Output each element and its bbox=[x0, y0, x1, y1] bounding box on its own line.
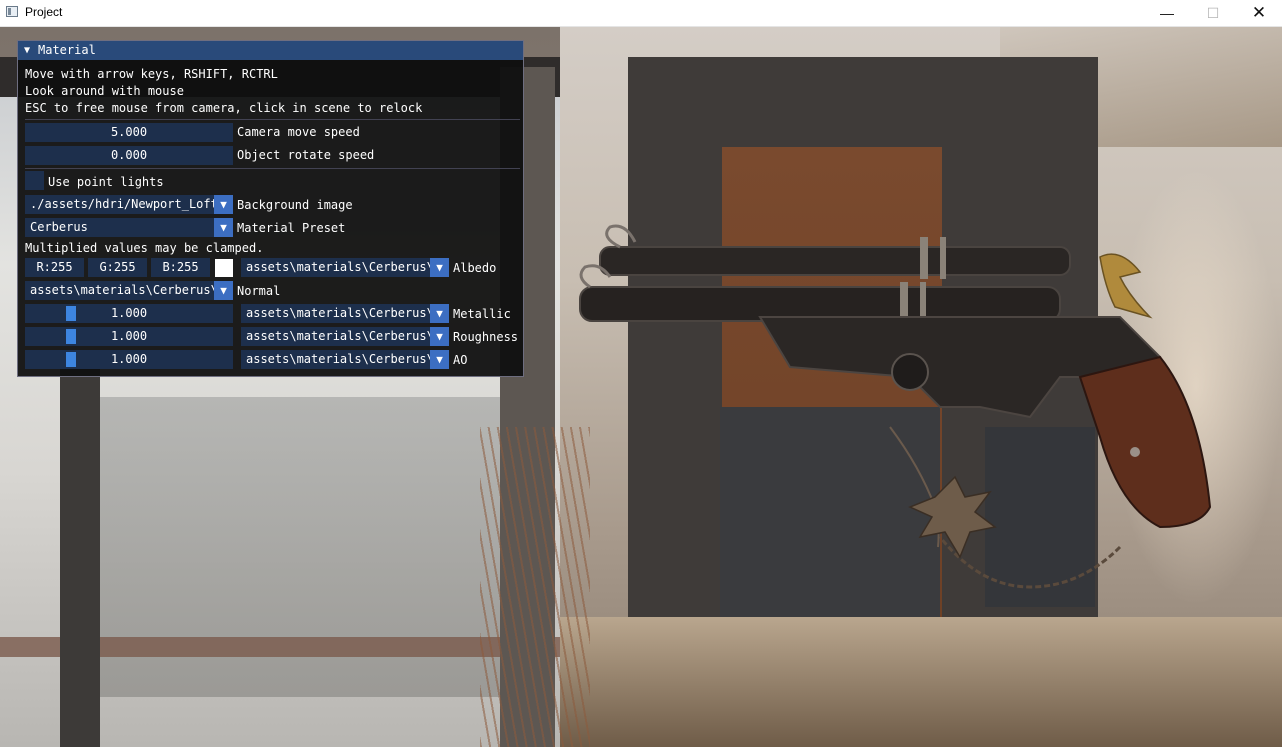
camera-speed-value: 5.000 bbox=[110, 125, 148, 139]
separator bbox=[25, 168, 520, 169]
rotate-speed-label: Object rotate speed bbox=[237, 148, 375, 162]
albedo-label: Albedo bbox=[453, 261, 497, 275]
albedo-texture-combo[interactable]: assets\materials\Cerberus\( ▼ bbox=[241, 258, 449, 277]
ao-value: 1.000 bbox=[110, 352, 148, 366]
metallic-slider[interactable]: 1.000 bbox=[25, 304, 233, 323]
background-image-combo[interactable]: ./assets/hdri/Newport_Loft_ ▼ bbox=[25, 195, 233, 214]
app-icon bbox=[6, 6, 18, 17]
dropdown-arrow-icon[interactable]: ▼ bbox=[214, 281, 233, 300]
help-text-escape: ESC to free mouse from camera, click in … bbox=[25, 101, 423, 115]
dropdown-arrow-icon[interactable]: ▼ bbox=[430, 327, 449, 346]
roughness-texture-value: assets\materials\Cerberus\( bbox=[246, 329, 442, 343]
window-titlebar: Project — ☐ ✕ bbox=[0, 0, 1282, 27]
dropdown-arrow-icon[interactable]: ▼ bbox=[430, 304, 449, 323]
ao-slider[interactable]: 1.000 bbox=[25, 350, 233, 369]
material-preset-combo[interactable]: Cerberus ▼ bbox=[25, 218, 233, 237]
maximize-button[interactable]: ☐ bbox=[1190, 0, 1236, 26]
normal-label: Normal bbox=[237, 284, 281, 298]
material-panel[interactable]: ▼ Material Move with arrow keys, RSHIFT,… bbox=[17, 40, 524, 377]
ao-texture-value: assets\materials\Cerberus\( bbox=[246, 352, 442, 366]
close-button[interactable]: ✕ bbox=[1236, 0, 1282, 26]
material-preset-value: Cerberus bbox=[30, 220, 88, 234]
camera-speed-label: Camera move speed bbox=[237, 125, 360, 139]
albedo-color-swatch[interactable] bbox=[215, 259, 233, 277]
roughness-texture-combo[interactable]: assets\materials\Cerberus\( ▼ bbox=[241, 327, 449, 346]
scene-window-frame bbox=[60, 357, 100, 747]
point-lights-label[interactable]: Use point lights bbox=[48, 174, 164, 191]
albedo-r-value: R:255 bbox=[36, 260, 73, 274]
help-text-look: Look around with mouse bbox=[25, 84, 184, 98]
albedo-b-drag[interactable]: B:255 bbox=[151, 258, 210, 277]
camera-speed-drag[interactable]: 5.000 bbox=[25, 123, 233, 142]
panel-title: Material bbox=[38, 43, 96, 57]
roughness-label: Roughness bbox=[453, 330, 519, 344]
albedo-b-value: B:255 bbox=[162, 260, 199, 274]
ao-label: AO bbox=[453, 353, 468, 367]
dropdown-arrow-icon[interactable]: ▼ bbox=[430, 258, 449, 277]
rotate-speed-drag[interactable]: 0.000 bbox=[25, 146, 233, 165]
albedo-g-value: G:255 bbox=[99, 260, 136, 274]
rotate-speed-value: 0.000 bbox=[110, 148, 148, 162]
scene-floor bbox=[560, 617, 1282, 747]
metallic-texture-value: assets\materials\Cerberus\( bbox=[246, 306, 442, 320]
dropdown-arrow-icon[interactable]: ▼ bbox=[430, 350, 449, 369]
separator bbox=[25, 119, 520, 120]
help-text-move: Move with arrow keys, RSHIFT, RCTRL bbox=[25, 67, 278, 81]
dropdown-arrow-icon[interactable]: ▼ bbox=[214, 218, 233, 237]
background-image-label: Background image bbox=[237, 198, 353, 212]
clamp-note: Multiplied values may be clamped. bbox=[25, 241, 264, 255]
collapse-arrow-icon[interactable]: ▼ bbox=[24, 42, 30, 59]
roughness-value: 1.000 bbox=[110, 329, 148, 343]
point-lights-checkbox[interactable] bbox=[25, 171, 44, 190]
revolver-model bbox=[579, 224, 1212, 589]
window-title: Project bbox=[25, 5, 63, 19]
normal-texture-combo[interactable]: assets\materials\Cerberus\( ▼ bbox=[25, 281, 233, 300]
metallic-value: 1.000 bbox=[110, 306, 148, 320]
normal-texture-value: assets\materials\Cerberus\( bbox=[30, 283, 226, 297]
material-preset-label: Material Preset bbox=[237, 221, 346, 235]
albedo-g-drag[interactable]: G:255 bbox=[88, 258, 147, 277]
albedo-r-drag[interactable]: R:255 bbox=[25, 258, 84, 277]
dropdown-arrow-icon[interactable]: ▼ bbox=[214, 195, 233, 214]
albedo-texture-value: assets\materials\Cerberus\( bbox=[246, 260, 442, 274]
metallic-label: Metallic bbox=[453, 307, 511, 321]
minimize-button[interactable]: — bbox=[1144, 0, 1190, 26]
ao-texture-combo[interactable]: assets\materials\Cerberus\( ▼ bbox=[241, 350, 449, 369]
roughness-slider[interactable]: 1.000 bbox=[25, 327, 233, 346]
metallic-texture-combo[interactable]: assets\materials\Cerberus\( ▼ bbox=[241, 304, 449, 323]
panel-titlebar[interactable]: ▼ Material bbox=[18, 41, 523, 60]
background-image-value: ./assets/hdri/Newport_Loft_ bbox=[30, 197, 226, 211]
